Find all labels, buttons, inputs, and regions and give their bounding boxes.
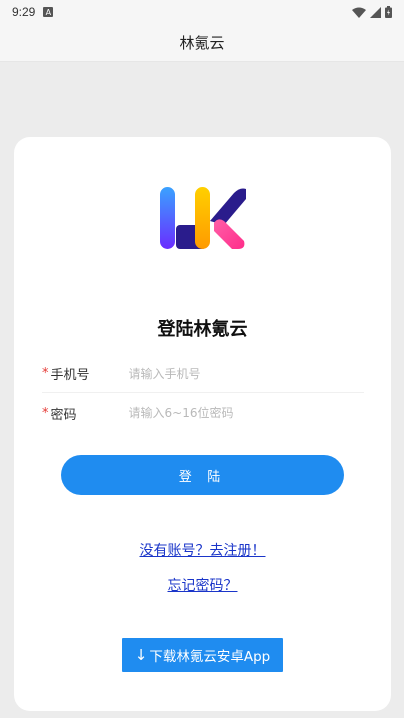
wifi-icon — [352, 7, 366, 18]
download-arrow-icon: ↓ — [134, 646, 148, 664]
battery-icon — [385, 6, 392, 18]
login-title: 登陆林氪云 — [157, 319, 248, 340]
phone-input[interactable] — [128, 366, 349, 381]
password-label: 密码 — [50, 407, 77, 423]
lk-logo — [160, 187, 246, 249]
register-link[interactable]: 没有账号？去注册！ — [14, 540, 391, 560]
app-notification-icon: A — [43, 7, 54, 17]
login-button[interactable]: 登 陆 — [61, 455, 344, 495]
download-app-button[interactable]: ↓ 下载林氪云安卓App — [122, 638, 283, 672]
status-icons — [352, 6, 392, 18]
download-label: 下载林氪云安卓App — [149, 649, 271, 665]
required-mark: * — [42, 405, 49, 421]
forgot-password-link[interactable]: 忘记密码？ — [14, 575, 391, 595]
page-title: 林氪云 — [179, 34, 225, 52]
password-input[interactable] — [128, 406, 349, 420]
phone-field-row: * 手机号 — [42, 355, 364, 393]
password-field-row: * 密码 — [42, 394, 364, 432]
login-card: 登陆林氪云 * 手机号 * 密码 登 陆 没有账号？去注册！ 忘记密码？ ↓ 下… — [14, 137, 391, 711]
status-bar: 9:29 A — [0, 0, 404, 24]
status-time: 9:29 — [12, 5, 36, 19]
app-bar: 林氪云 — [0, 24, 404, 62]
required-mark: * — [42, 366, 49, 381]
phone-label: 手机号 — [50, 368, 90, 383]
signal-icon — [370, 6, 381, 18]
